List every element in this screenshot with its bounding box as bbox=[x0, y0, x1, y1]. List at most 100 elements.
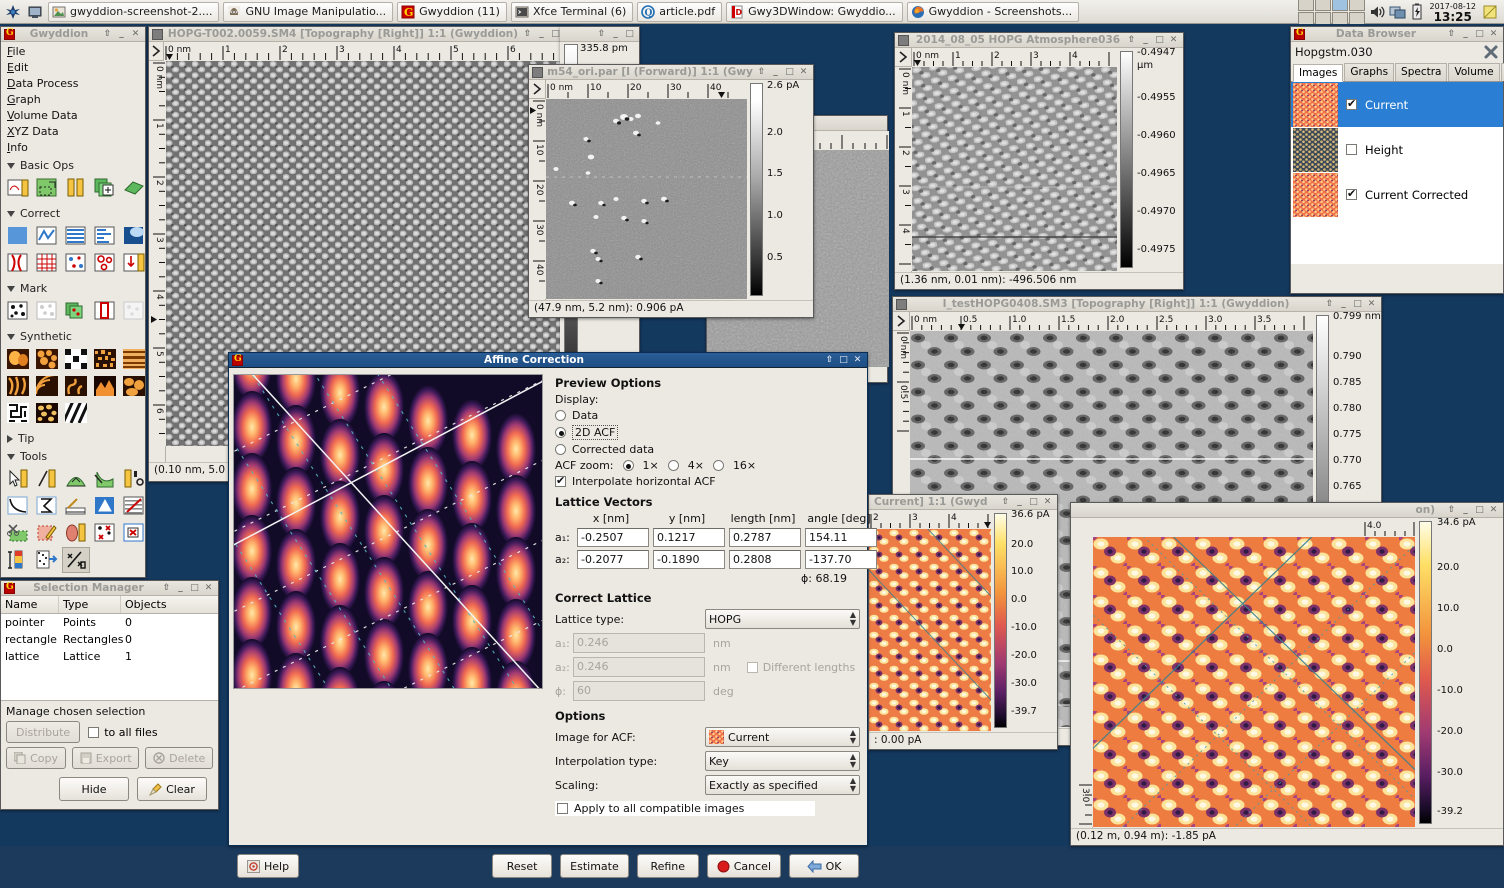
tool-remove-grains-icon[interactable] bbox=[91, 520, 119, 546]
maximize-button[interactable]: □ bbox=[785, 67, 794, 77]
taskbar-button[interactable]: Gwyddion - Screenshots... bbox=[907, 2, 1080, 22]
window-controls[interactable]: ⇧ _ □ ✕ bbox=[1127, 35, 1180, 45]
interpolation-type-combo[interactable]: Key ▲▼ bbox=[705, 751, 860, 771]
maximize-button[interactable]: □ bbox=[1475, 29, 1484, 39]
section-mark[interactable]: Mark bbox=[1, 279, 145, 297]
titlebar[interactable]: m54_ori.par [I (Forward)] 1:1 (Gwy ⇧ _ □… bbox=[529, 65, 813, 80]
tool-dimensions-icon[interactable] bbox=[62, 175, 90, 201]
clear-button[interactable]: Clear bbox=[137, 777, 207, 801]
tool-fft-icon[interactable] bbox=[91, 493, 119, 519]
a2-y-input[interactable]: -0.1890 bbox=[653, 550, 725, 569]
tool-mark-column-icon[interactable] bbox=[91, 298, 119, 324]
apply-to-all-row[interactable]: Apply to all compatible images bbox=[555, 801, 815, 816]
tool-mark-grains-icon[interactable] bbox=[91, 250, 119, 276]
titlebar-cont[interactable]: ⇧ _ □ bbox=[560, 27, 639, 42]
tool-plane-level-icon[interactable] bbox=[4, 223, 32, 249]
tool-curve-icon[interactable] bbox=[4, 493, 32, 519]
a2-value-input[interactable]: 0.246 bbox=[573, 657, 705, 677]
shade-button[interactable]: ⇧ bbox=[1447, 505, 1456, 515]
radio-button[interactable] bbox=[555, 427, 566, 438]
taskbar-button[interactable]: Q article.pdf bbox=[637, 2, 722, 22]
close-button[interactable]: ✕ bbox=[204, 583, 213, 593]
tool-mark-layers-icon[interactable] bbox=[62, 298, 90, 324]
close-button[interactable]: ✕ bbox=[131, 29, 140, 39]
titlebar[interactable]: 2014_08_05 HOPG Atmosphere036 ⇧ _ □ ✕ bbox=[895, 33, 1183, 48]
close-button[interactable]: ✕ bbox=[1489, 29, 1498, 39]
a1-y-input[interactable]: 0.1217 bbox=[653, 528, 725, 547]
tool-sigma-icon[interactable] bbox=[33, 493, 61, 519]
a2-angle-input[interactable]: -137.70 bbox=[805, 550, 877, 569]
tool-mark-dots-icon[interactable] bbox=[4, 298, 32, 324]
to-all-files-checkbox[interactable] bbox=[88, 727, 99, 738]
menu-file[interactable]: File bbox=[5, 44, 145, 60]
window-gwyddion-toolbox[interactable]: Gwyddion ⇧ _ ✕ File Edit Data Process Gr… bbox=[0, 26, 146, 578]
window-current[interactable]: Current] 1:1 (Gwyd ⇧ _ □ ✕ 234 bbox=[868, 494, 1058, 750]
section-tools[interactable]: Tools bbox=[1, 447, 145, 465]
minimize-button[interactable]: _ bbox=[1339, 299, 1348, 309]
menu-xyz-data[interactable]: XYZ Data bbox=[5, 124, 145, 140]
radio-display-2d-acf[interactable]: 2D ACF bbox=[555, 425, 877, 440]
section-tip[interactable]: Tip bbox=[1, 429, 145, 447]
titlebar[interactable]: I_testHOPG0408.SM3 [Topography [Right]] … bbox=[893, 297, 1381, 312]
shade-button[interactable]: ⇧ bbox=[103, 29, 112, 39]
maximize-button[interactable]: □ bbox=[551, 29, 560, 39]
cancel-button[interactable]: Cancel bbox=[707, 854, 781, 878]
item-checkbox[interactable] bbox=[1346, 144, 1357, 155]
tool-remove-spots-icon[interactable] bbox=[62, 250, 90, 276]
synth-maze-icon[interactable] bbox=[4, 400, 32, 426]
image-for-acf-combo[interactable]: Current ▲▼ bbox=[705, 727, 860, 747]
maximize-button[interactable]: □ bbox=[1155, 35, 1164, 45]
network-icon[interactable] bbox=[1389, 3, 1407, 21]
image-canvas-corrected[interactable] bbox=[1093, 537, 1415, 828]
tool-statistics-icon[interactable] bbox=[120, 466, 148, 492]
menu-data-process[interactable]: Data Process bbox=[5, 76, 145, 92]
shade-button[interactable]: ⇧ bbox=[1325, 299, 1334, 309]
minimize-button[interactable]: _ bbox=[1461, 505, 1470, 515]
estimate-button[interactable]: Estimate bbox=[560, 854, 629, 878]
shade-button[interactable]: ⇧ bbox=[1001, 497, 1010, 507]
taskbar-button[interactable]: gwyddion-screenshot-2.... bbox=[48, 2, 219, 22]
a1-length-input[interactable]: 0.2787 bbox=[729, 528, 801, 547]
tab-xyz[interactable]: XYZ bbox=[1501, 63, 1504, 81]
tool-profile-icon[interactable] bbox=[62, 466, 90, 492]
menu-edit[interactable]: Edit bbox=[5, 60, 145, 76]
tool-mark-grey-icon[interactable] bbox=[120, 298, 148, 324]
window-controls[interactable]: ⇧ _ □ ✕ bbox=[757, 67, 810, 77]
tabs[interactable]: Images Graphs Spectra Volume XYZ bbox=[1291, 63, 1503, 82]
workspace-2[interactable] bbox=[1315, 0, 1331, 11]
image-canvas-current[interactable] bbox=[869, 529, 991, 732]
maximize-button[interactable]: □ bbox=[1029, 497, 1038, 507]
tool-read-value-icon[interactable] bbox=[4, 466, 32, 492]
window-current-corrected[interactable]: on) ⇧ _ □ ✕ 4.04.5 bbox=[1070, 502, 1504, 846]
window-controls[interactable]: ⇧ _ □ ✕ bbox=[1001, 497, 1054, 507]
shade-button[interactable]: ⇧ bbox=[523, 29, 532, 39]
synth-spheres-icon[interactable] bbox=[4, 346, 32, 372]
apply-to-all-checkbox[interactable] bbox=[557, 803, 568, 814]
workspace-1[interactable] bbox=[1298, 0, 1314, 11]
close-button[interactable]: ✕ bbox=[1489, 505, 1498, 515]
window-controls[interactable]: ⇧ _ ✕ bbox=[103, 29, 142, 39]
titlebar[interactable]: Selection Manager ⇧ _ □ ✕ bbox=[1, 581, 218, 596]
table-row[interactable]: pointer Points 0 bbox=[1, 614, 218, 631]
column-type[interactable]: Type bbox=[59, 596, 121, 613]
minimize-button[interactable]: _ bbox=[1461, 29, 1470, 39]
synth-clusters-icon[interactable] bbox=[120, 373, 148, 399]
minimize-button[interactable]: _ bbox=[176, 583, 185, 593]
tool-grain-remove-icon[interactable] bbox=[120, 520, 148, 546]
section-synthetic[interactable]: Synthetic bbox=[1, 327, 145, 345]
minimize-button[interactable]: _ bbox=[537, 29, 546, 39]
minimize-button[interactable]: _ bbox=[1141, 35, 1150, 45]
tool-line-correct-icon[interactable] bbox=[91, 223, 119, 249]
taskbar-button[interactable]: D Gwy3DWindow: Gwyddio... bbox=[726, 2, 903, 22]
copy-button[interactable]: Copy bbox=[6, 747, 66, 769]
radio-button[interactable] bbox=[555, 410, 566, 421]
tool-spectro-icon[interactable] bbox=[91, 466, 119, 492]
tool-draw-icon[interactable] bbox=[33, 520, 61, 546]
tool-rows-align-icon[interactable] bbox=[62, 223, 90, 249]
window-selection-manager[interactable]: Selection Manager ⇧ _ □ ✕ Name Type Obje… bbox=[0, 580, 219, 810]
maximize-button[interactable]: □ bbox=[839, 355, 848, 365]
synth-coils-icon[interactable] bbox=[62, 373, 90, 399]
tool-mark-dots-disabled-icon[interactable] bbox=[33, 298, 61, 324]
titlebar[interactable]: Gwyddion ⇧ _ ✕ bbox=[1, 27, 145, 42]
tool-affine-icon[interactable] bbox=[33, 250, 61, 276]
